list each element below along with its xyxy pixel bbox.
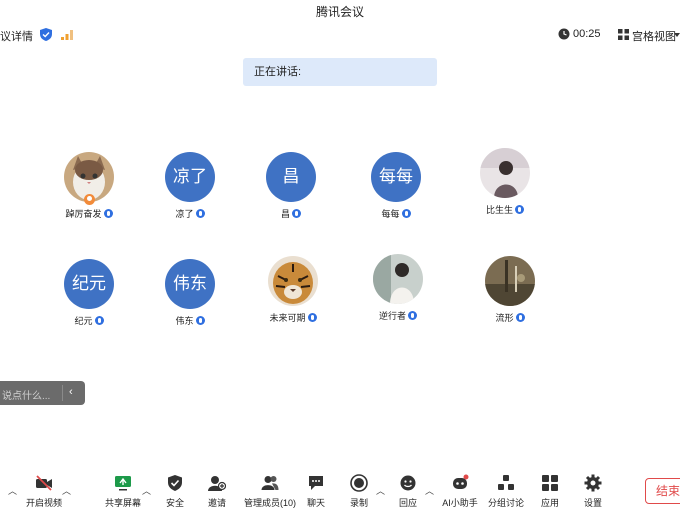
react-options-chevron-up-icon[interactable]: ︿ [425, 484, 434, 497]
react-label: 回应 [398, 498, 417, 508]
mic-icon[interactable] [103, 209, 113, 218]
avatar: 凉了 [165, 152, 215, 202]
record-button[interactable]: 录制 [344, 474, 374, 509]
ai-assistant-icon [453, 474, 469, 489]
person-photo-icon [480, 148, 530, 198]
apps-icon [542, 475, 558, 491]
add-user-icon [208, 476, 226, 491]
invite-button[interactable]: 邀请 [202, 474, 232, 509]
manage-members-button[interactable]: 管理成员(10) [242, 474, 298, 509]
settings-button[interactable]: 设置 [578, 474, 608, 509]
participant-name: 比生生 [460, 203, 550, 216]
signal-icon[interactable] [61, 29, 73, 40]
chevron-down-icon[interactable] [674, 33, 680, 37]
participant-name: 每每 [351, 207, 441, 220]
avatar: 纪元 [64, 259, 114, 309]
meeting-timer: 00:25 [573, 28, 601, 40]
mic-muted-icon[interactable] [307, 313, 317, 322]
video-label: 开启视频 [25, 498, 62, 508]
mic-muted-icon[interactable] [515, 313, 525, 322]
smile-icon [400, 475, 416, 491]
end-meeting-button[interactable]: 结束会 [645, 478, 680, 504]
mic-muted-icon[interactable] [401, 209, 411, 218]
avatar: 昌 [266, 152, 316, 202]
participant-name: 未来可期 [248, 311, 338, 324]
record-label: 录制 [349, 498, 368, 508]
manage-members-label: 管理成员(10) [243, 498, 296, 508]
apps-label: 应用 [540, 498, 559, 508]
security-button[interactable]: 安全 [160, 474, 190, 509]
share-screen-button[interactable]: 共享屏幕 [103, 474, 143, 509]
participant-name: 纪元 [44, 314, 134, 327]
mic-muted-icon[interactable] [408, 311, 417, 320]
members-icon [261, 476, 279, 490]
settings-label: 设置 [583, 498, 602, 508]
record-icon [350, 474, 368, 492]
street-photo-icon [485, 256, 535, 306]
invite-label: 邀请 [207, 498, 226, 508]
speaking-indicator: 正在讲话: [243, 58, 437, 86]
divider [62, 385, 63, 401]
participant-name: 流形 [465, 311, 555, 324]
ai-assistant-label: AI小助手 [442, 498, 478, 508]
participant-name: 逆行者 [353, 309, 443, 322]
mic-muted-icon[interactable] [94, 316, 104, 325]
chat-button[interactable]: 聊天 [301, 474, 331, 509]
record-options-chevron-up-icon[interactable]: ︿ [376, 484, 385, 497]
video-off-icon [36, 475, 52, 491]
participant-name: 昌 [246, 207, 336, 220]
avatar: 每每 [371, 152, 421, 202]
participant-name: 踔厉奋发 [44, 207, 134, 220]
grid-view-icon[interactable] [618, 29, 629, 40]
shield-icon[interactable] [40, 28, 52, 41]
chat-icon [309, 476, 323, 490]
chevron-left-icon[interactable]: ‹ [69, 386, 73, 398]
mic-muted-icon[interactable] [195, 209, 205, 218]
chat-label: 聊天 [306, 498, 325, 508]
mic-muted-icon[interactable] [515, 205, 524, 214]
info-bar: 议详情 00:25 宫格视图 [0, 24, 680, 46]
tiger-photo-icon [268, 256, 318, 306]
chat-input[interactable]: 说点什么... ‹ [0, 381, 85, 405]
breakout-label: 分组讨论 [487, 498, 524, 508]
mic-muted-icon[interactable] [195, 316, 205, 325]
gear-icon [584, 474, 602, 492]
share-screen-icon [115, 476, 131, 491]
shield-icon [168, 475, 182, 491]
person-photo-icon [373, 254, 423, 304]
view-mode-button[interactable]: 宫格视图 [632, 28, 676, 44]
share-options-chevron-up-icon[interactable]: ︿ [142, 484, 151, 497]
meeting-details-link[interactable]: 议详情 [0, 28, 33, 44]
participant-name: 凉了 [145, 207, 235, 220]
avatar: 伟东 [165, 259, 215, 309]
host-badge-icon [84, 194, 95, 205]
mic-options-chevron-up-icon[interactable]: ︿ [8, 484, 17, 497]
video-options-chevron-up-icon[interactable]: ︿ [62, 484, 71, 497]
breakout-icon [498, 475, 514, 490]
ai-assistant-button[interactable]: AI小助手 [441, 474, 479, 509]
window-title: 腾讯会议 [315, 5, 364, 19]
meeting-toolbar: ︿ 开启视频 ︿ 共享屏幕 ︿ 安全 邀请 管理成员(10) 聊天 录制 ︿ 回… [0, 468, 680, 512]
chat-placeholder: 说点什么... [2, 391, 51, 402]
react-button[interactable]: 回应 [393, 474, 423, 509]
video-button[interactable]: 开启视频 [24, 474, 64, 509]
apps-button[interactable]: 应用 [535, 474, 565, 509]
security-label: 安全 [165, 498, 184, 508]
participant-name: 伟东 [145, 314, 235, 327]
breakout-button[interactable]: 分组讨论 [487, 474, 525, 509]
mic-muted-icon[interactable] [292, 209, 301, 218]
share-screen-label: 共享屏幕 [104, 498, 141, 508]
clock-icon [558, 28, 570, 40]
